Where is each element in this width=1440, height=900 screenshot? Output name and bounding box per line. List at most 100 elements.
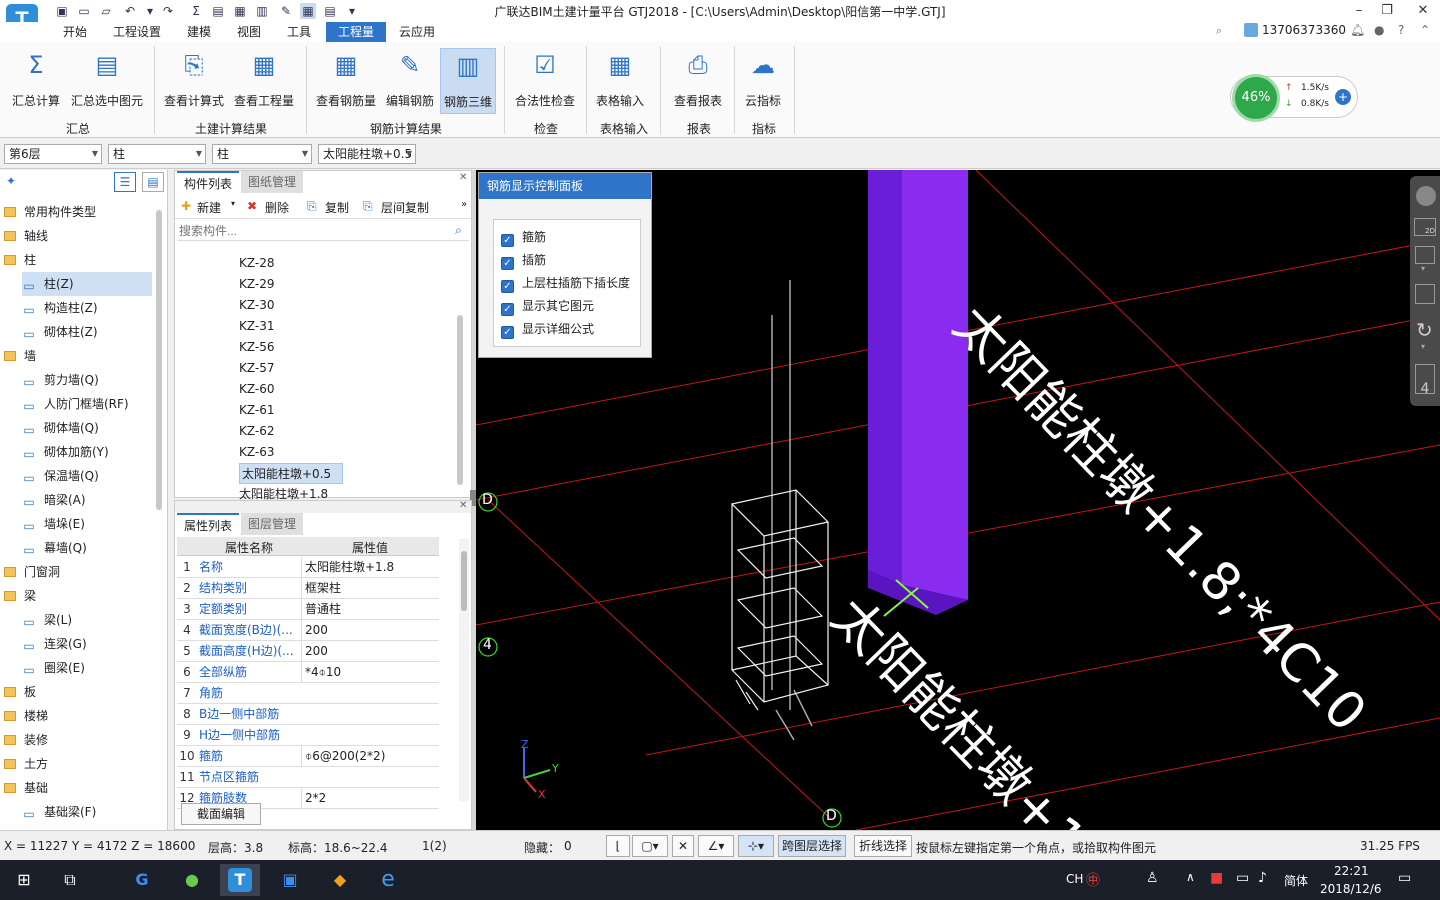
property-value[interactable]: ⌽6@200(2*2): [301, 746, 439, 766]
close-icon[interactable]: ✕: [459, 500, 467, 511]
property-value[interactable]: 框架柱: [301, 578, 439, 598]
help-icon[interactable]: ?: [1398, 23, 1404, 37]
component-list-item[interactable]: KZ-60: [239, 379, 274, 400]
menu-tools[interactable]: 工具: [280, 22, 318, 42]
ribbon-button-legality-check[interactable]: ☑ 合法性检查: [510, 48, 580, 114]
cad-app-icon[interactable]: ▣: [270, 864, 310, 896]
tray-expand-icon[interactable]: ∧: [1186, 870, 1195, 884]
snap-toggle-icon[interactable]: ▢▾: [632, 835, 668, 857]
polyline-select-button[interactable]: 折线选择: [854, 835, 912, 857]
chat-icon[interactable]: ●: [1374, 23, 1384, 37]
input-method-icon[interactable]: ㊥: [1086, 870, 1100, 890]
view-cube-icon[interactable]: [1415, 284, 1435, 304]
restore-button[interactable]: ❐: [1372, 1, 1402, 21]
tree-node[interactable]: ▭ 墙垛(E): [22, 512, 152, 536]
property-row[interactable]: 1 名称 太阳能柱墩+1.8: [177, 557, 439, 578]
tree-node[interactable]: ▭ 保温墙(Q): [22, 464, 152, 488]
tree-node[interactable]: 土方: [4, 752, 154, 776]
ortho-toggle-icon[interactable]: ⌊: [606, 835, 630, 857]
ribbon-button-rebar-3d[interactable]: ▥ 钢筋三维: [440, 48, 496, 114]
ime-language[interactable]: CH: [1066, 872, 1083, 886]
property-row[interactable]: 7 角筋: [177, 683, 439, 704]
bell-icon[interactable]: 🔔︎: [1350, 23, 1365, 37]
ribbon-button-edit-rebar[interactable]: ✎ 编辑钢筋: [382, 48, 438, 114]
tree-node[interactable]: ▭ 基础梁(F): [22, 800, 152, 824]
tab-property-list[interactable]: 属性列表: [177, 513, 239, 535]
view-3d-box-icon[interactable]: [1415, 246, 1435, 264]
table-small-icon[interactable]: ▥: [254, 3, 270, 19]
property-value[interactable]: 2*2: [301, 788, 439, 808]
network-icon[interactable]: ▭: [1236, 870, 1249, 886]
save-icon[interactable]: ▣: [54, 3, 70, 19]
component-list-item[interactable]: KZ-30: [239, 295, 274, 316]
section-edit-button[interactable]: 截面编辑: [181, 803, 261, 825]
ribbon-button-table-input[interactable]: ▦ 表格输入: [590, 48, 650, 114]
grid-small-icon[interactable]: ▦: [300, 3, 316, 19]
property-row[interactable]: 2 结构类别 框架柱: [177, 578, 439, 599]
category-select[interactable]: 柱 ▼: [108, 144, 206, 164]
tree-node[interactable]: ▭ 构造柱(Z): [22, 296, 152, 320]
menu-cloud[interactable]: 云应用: [392, 22, 442, 42]
search-icon[interactable]: ⌕: [1216, 24, 1222, 38]
pencil-small-icon[interactable]: ✎: [278, 3, 294, 19]
tree-node[interactable]: 柱: [4, 248, 154, 272]
tree-node[interactable]: 基础: [4, 776, 154, 800]
tree-node[interactable]: 门窗洞: [4, 560, 154, 584]
property-row[interactable]: 8 B边一侧中部筋: [177, 704, 439, 725]
notification-icon[interactable]: ▭: [1398, 870, 1411, 886]
ribbon-button-view-report[interactable]: ⎙ 查看报表: [666, 48, 730, 114]
tree-node[interactable]: ▭ 人防门框墙(RF): [22, 392, 152, 416]
view-2d-icon[interactable]: 2D: [1414, 218, 1436, 236]
windows-start-icon[interactable]: ⊞: [4, 864, 44, 896]
checkbox-show-others[interactable]: ✓ 显示其它图元: [501, 296, 594, 316]
sum-icon[interactable]: Σ: [188, 3, 204, 19]
tree-node[interactable]: ▭ 砌体加筋(Y): [22, 440, 152, 464]
floor-select[interactable]: 第6层 ▼: [4, 144, 102, 164]
new-file-icon[interactable]: ▭: [76, 3, 92, 19]
property-value[interactable]: 普通柱: [301, 599, 439, 619]
property-value[interactable]: *4⌽10: [301, 662, 439, 682]
cross-toggle-icon[interactable]: ✕: [672, 835, 694, 857]
list-view-icon[interactable]: ☰: [114, 172, 136, 192]
ribbon-button-cloud-index[interactable]: ☁ 云指标: [738, 48, 788, 114]
clock-date[interactable]: 2018/12/6: [1320, 882, 1382, 896]
chevron-down-icon[interactable]: ▾: [1421, 342, 1425, 351]
property-value[interactable]: 200: [301, 641, 439, 661]
open-file-icon[interactable]: ▱: [98, 3, 114, 19]
tree-node[interactable]: 墙: [4, 344, 154, 368]
layer-icon[interactable]: ▤: [210, 3, 226, 19]
tree-node[interactable]: 板: [4, 680, 154, 704]
component-list-item[interactable]: 太阳能柱墩+0.5: [239, 463, 343, 484]
checkbox-dowel[interactable]: ✓ 插筋: [501, 250, 546, 270]
task-view-icon[interactable]: ⧉: [50, 864, 90, 896]
tree-node[interactable]: ▭ 连梁(G): [22, 632, 152, 656]
volume-icon[interactable]: ♪: [1258, 870, 1267, 886]
component-list-item[interactable]: KZ-57: [239, 358, 274, 379]
tree-node[interactable]: ▭ 暗梁(A): [22, 488, 152, 512]
component-select[interactable]: 太阳能柱墩+0.5 ▼: [318, 144, 416, 164]
property-row[interactable]: 11 节点区箍筋: [177, 767, 439, 788]
pin-icon[interactable]: ✦: [6, 174, 16, 188]
memory-usage-gauge[interactable]: 46%: [1232, 74, 1280, 122]
internet-explorer-icon[interactable]: e: [368, 864, 408, 896]
ribbon-button-view-formula[interactable]: ⎘ 查看计算式: [160, 48, 228, 114]
delete-button[interactable]: 删除: [265, 199, 289, 216]
tree-node[interactable]: 轴线: [4, 224, 154, 248]
component-list-item[interactable]: KZ-28: [239, 253, 274, 274]
property-row[interactable]: 3 定额类别 普通柱: [177, 599, 439, 620]
property-row[interactable]: 10 箍筋 ⌽6@200(2*2): [177, 746, 439, 767]
menu-start[interactable]: 开始: [56, 22, 94, 42]
tree-node[interactable]: ▭ 剪力墙(Q): [22, 368, 152, 392]
user-phone[interactable]: 13706373360: [1262, 23, 1346, 37]
orbit-sphere-icon[interactable]: [1416, 186, 1436, 206]
tree-node[interactable]: 装修: [4, 728, 154, 752]
floor-copy-button[interactable]: 层间复制: [381, 199, 429, 216]
dropdown-arrow-icon[interactable]: ▾: [142, 3, 158, 19]
user-avatar-icon[interactable]: [1244, 23, 1258, 37]
component-list-item[interactable]: KZ-56: [239, 337, 274, 358]
tree-node[interactable]: ▭ 梁(L): [22, 608, 152, 632]
component-list-item[interactable]: KZ-62: [239, 421, 274, 442]
ime-mode[interactable]: 简体: [1284, 872, 1308, 889]
type-select[interactable]: 柱 ▼: [212, 144, 312, 164]
component-list-item[interactable]: KZ-29: [239, 274, 274, 295]
